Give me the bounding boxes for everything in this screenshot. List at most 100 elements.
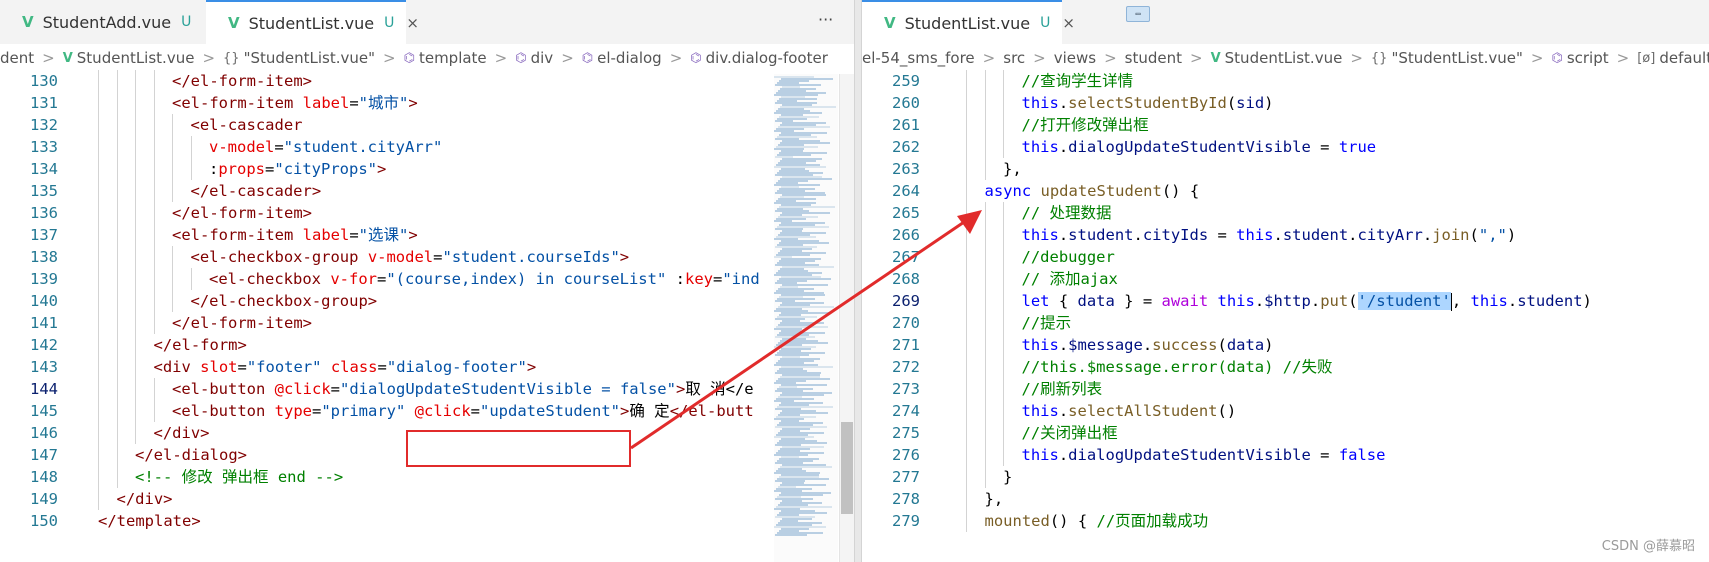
indent-guide <box>966 158 967 180</box>
code-line[interactable]: 136 </el-form-item> <box>0 202 854 224</box>
code-line[interactable]: 278}, <box>862 488 1709 510</box>
indent-guide <box>984 114 986 136</box>
code-line[interactable]: 279 mounted() { //页面加载成功 <box>862 510 1709 532</box>
code-line[interactable]: 138 <el-checkbox-group v-model="student.c… <box>0 246 854 268</box>
line-number: 130 <box>30 72 58 90</box>
code-line[interactable]: 149 </div> <box>0 488 854 510</box>
code-token: sid <box>1236 94 1265 112</box>
code-text: //提示 <box>1022 312 1072 334</box>
minimap[interactable] <box>774 74 838 562</box>
vertical-scrollbar[interactable] <box>839 74 854 562</box>
code-line[interactable]: 269 let { data } = await this.$http.put('… <box>862 290 1709 312</box>
code-token: </el-checkbox-group> <box>190 292 378 310</box>
code-line[interactable]: 273 //刷新列表 <box>862 378 1709 400</box>
code-line[interactable]: 272 //this.$message.error(data) //失败 <box>862 356 1709 378</box>
breadcrumb-item[interactable]: ⌬ script <box>1551 49 1608 67</box>
code-line[interactable]: 131 <el-form-item label="城市"> <box>0 92 854 114</box>
code-line[interactable]: 260 this.selectStudentById(sid) <box>862 92 1709 114</box>
code-line[interactable]: 135 </el-cascader> <box>0 180 854 202</box>
breadcrumb-item[interactable]: student <box>1125 49 1182 67</box>
code-line[interactable]: 145 <el-button type="primary" @click="upd… <box>0 400 854 422</box>
code-token: v-for <box>330 270 377 288</box>
breadcrumb-item[interactable]: {} "StudentList.vue" <box>1371 49 1523 67</box>
code-text: //this.$message.error(data) //失败 <box>1022 356 1333 378</box>
close-icon[interactable]: × <box>406 14 419 32</box>
code-line[interactable]: 271 this.$message.success(data) <box>862 334 1709 356</box>
code-line[interactable]: 265 // 处理数据 <box>862 202 1709 224</box>
code-token: "student.cityArr" <box>283 138 443 156</box>
indent-guide <box>98 400 99 422</box>
code-line[interactable]: 130 </el-form-item> <box>0 70 854 92</box>
code-token: this <box>1021 336 1059 354</box>
code-editor[interactable]: 259//查询学生详情 260 this.selectStudentById(sid… <box>862 70 1709 562</box>
breadcrumb-item[interactable]: [ø] default <box>1637 49 1709 67</box>
breadcrumb-item[interactable]: V StudentList.vue <box>63 49 195 67</box>
code-line[interactable]: 143 <div slot="footer" class="dialog-foot… <box>0 356 854 378</box>
breadcrumb-item[interactable]: ⌬ div.dialog-footer <box>690 49 828 67</box>
breadcrumb-item[interactable]: dent <box>0 49 34 67</box>
indent-guide <box>984 378 986 400</box>
line-number: 273 <box>892 380 920 398</box>
code-line[interactable]: 150 </template> <box>0 510 854 532</box>
code-token: </el-form-item> <box>172 72 312 90</box>
breadcrumb-label: el-54_sms_fore <box>862 49 975 67</box>
code-line[interactable]: 262 this.dialogUpdateStudentVisible = tru… <box>862 136 1709 158</box>
code-line[interactable]: 270 //提示 <box>862 312 1709 334</box>
code-text: </template> <box>98 510 201 532</box>
indent-guide <box>966 466 967 488</box>
code-line[interactable]: 266 this.student.cityIds = this.student.c… <box>862 224 1709 246</box>
indent-guide <box>1003 114 1004 136</box>
code-line[interactable]: 274 this.selectAllStudent() <box>862 400 1709 422</box>
indent-guide <box>153 136 155 158</box>
tab-studentadd[interactable]: V StudentAdd.vue U <box>0 0 191 44</box>
code-editor[interactable]: 130 </el-form-item> 131 <el-form-item label… <box>0 70 854 562</box>
code-line[interactable]: 148 <!-- 修改 弹出框 end --> <box>0 466 854 488</box>
code-line[interactable]: 132 <el-cascader <box>0 114 854 136</box>
code-line[interactable]: 264 async updateStudent() { <box>862 180 1709 202</box>
breadcrumb-item[interactable]: ⌬ template <box>404 49 487 67</box>
code-line[interactable]: 259 //查询学生详情 <box>862 70 1709 92</box>
code-line[interactable]: 268 // 添加ajax <box>862 268 1709 290</box>
code-line[interactable]: 261 //打开修改弹出框 <box>862 114 1709 136</box>
code-line[interactable]: 137 <el-form-item label="选课"> <box>0 224 854 246</box>
code-token: "dialog-footer" <box>386 358 527 376</box>
code-line[interactable]: 263}, <box>862 158 1709 180</box>
code-line[interactable]: 275 //关闭弹出框 <box>862 422 1709 444</box>
breadcrumb-item[interactable]: views <box>1054 49 1096 67</box>
code-line[interactable]: 142 </el-form> <box>0 334 854 356</box>
code-token: = <box>1208 226 1237 244</box>
more-actions-icon[interactable]: ··· <box>818 10 833 29</box>
close-icon[interactable]: × <box>1062 14 1075 32</box>
breadcrumb-item[interactable]: ⌬ el-dialog <box>582 49 662 67</box>
indent-guide <box>135 70 136 92</box>
breadcrumb-item[interactable]: {} "StudentList.vue" <box>223 49 375 67</box>
tab-studentlist[interactable]: V StudentList.vue U × <box>206 0 419 44</box>
indent-guide <box>135 356 136 378</box>
code-token: () { <box>1161 182 1200 200</box>
code-line[interactable]: 134:props="cityProps"> <box>0 158 854 180</box>
scrollbar-thumb[interactable] <box>841 422 853 514</box>
code-line[interactable]: 276 this.dialogUpdateStudentVisible = fal… <box>862 444 1709 466</box>
indent-guide <box>1003 92 1004 114</box>
line-number: 148 <box>30 468 58 486</box>
code-line[interactable]: 267 //debugger <box>862 246 1709 268</box>
code-line[interactable]: 140 </el-checkbox-group> <box>0 290 854 312</box>
code-line[interactable]: 133 v-model="student.cityArr" <box>0 136 854 158</box>
code-line[interactable]: 139 <el-checkbox v-for="(course,index) in… <box>0 268 854 290</box>
indent-guide <box>172 180 173 202</box>
breadcrumb-item[interactable]: src <box>1003 49 1025 67</box>
code-line[interactable]: 144 <el-button @click="dialogUpdateStuden… <box>0 378 854 400</box>
breadcrumb-item[interactable]: el-54_sms_fore <box>862 49 975 67</box>
breadcrumb-item[interactable]: V StudentList.vue <box>1211 49 1343 67</box>
code-token: put <box>1320 292 1349 310</box>
indent-guide <box>153 224 155 246</box>
code-token: v-model <box>367 248 434 266</box>
code-token: . <box>1058 446 1069 464</box>
editor-split-divider[interactable] <box>854 0 862 562</box>
breadcrumb-item[interactable]: ⌬ div <box>515 49 553 67</box>
code-text: </div> <box>154 422 210 444</box>
code-line[interactable]: 141 </el-form-item> <box>0 312 854 334</box>
tab-studentlist-right[interactable]: V StudentList.vue U × <box>862 0 1075 44</box>
code-line[interactable]: 277} <box>862 466 1709 488</box>
code-token: "updateStudent" <box>480 402 620 420</box>
